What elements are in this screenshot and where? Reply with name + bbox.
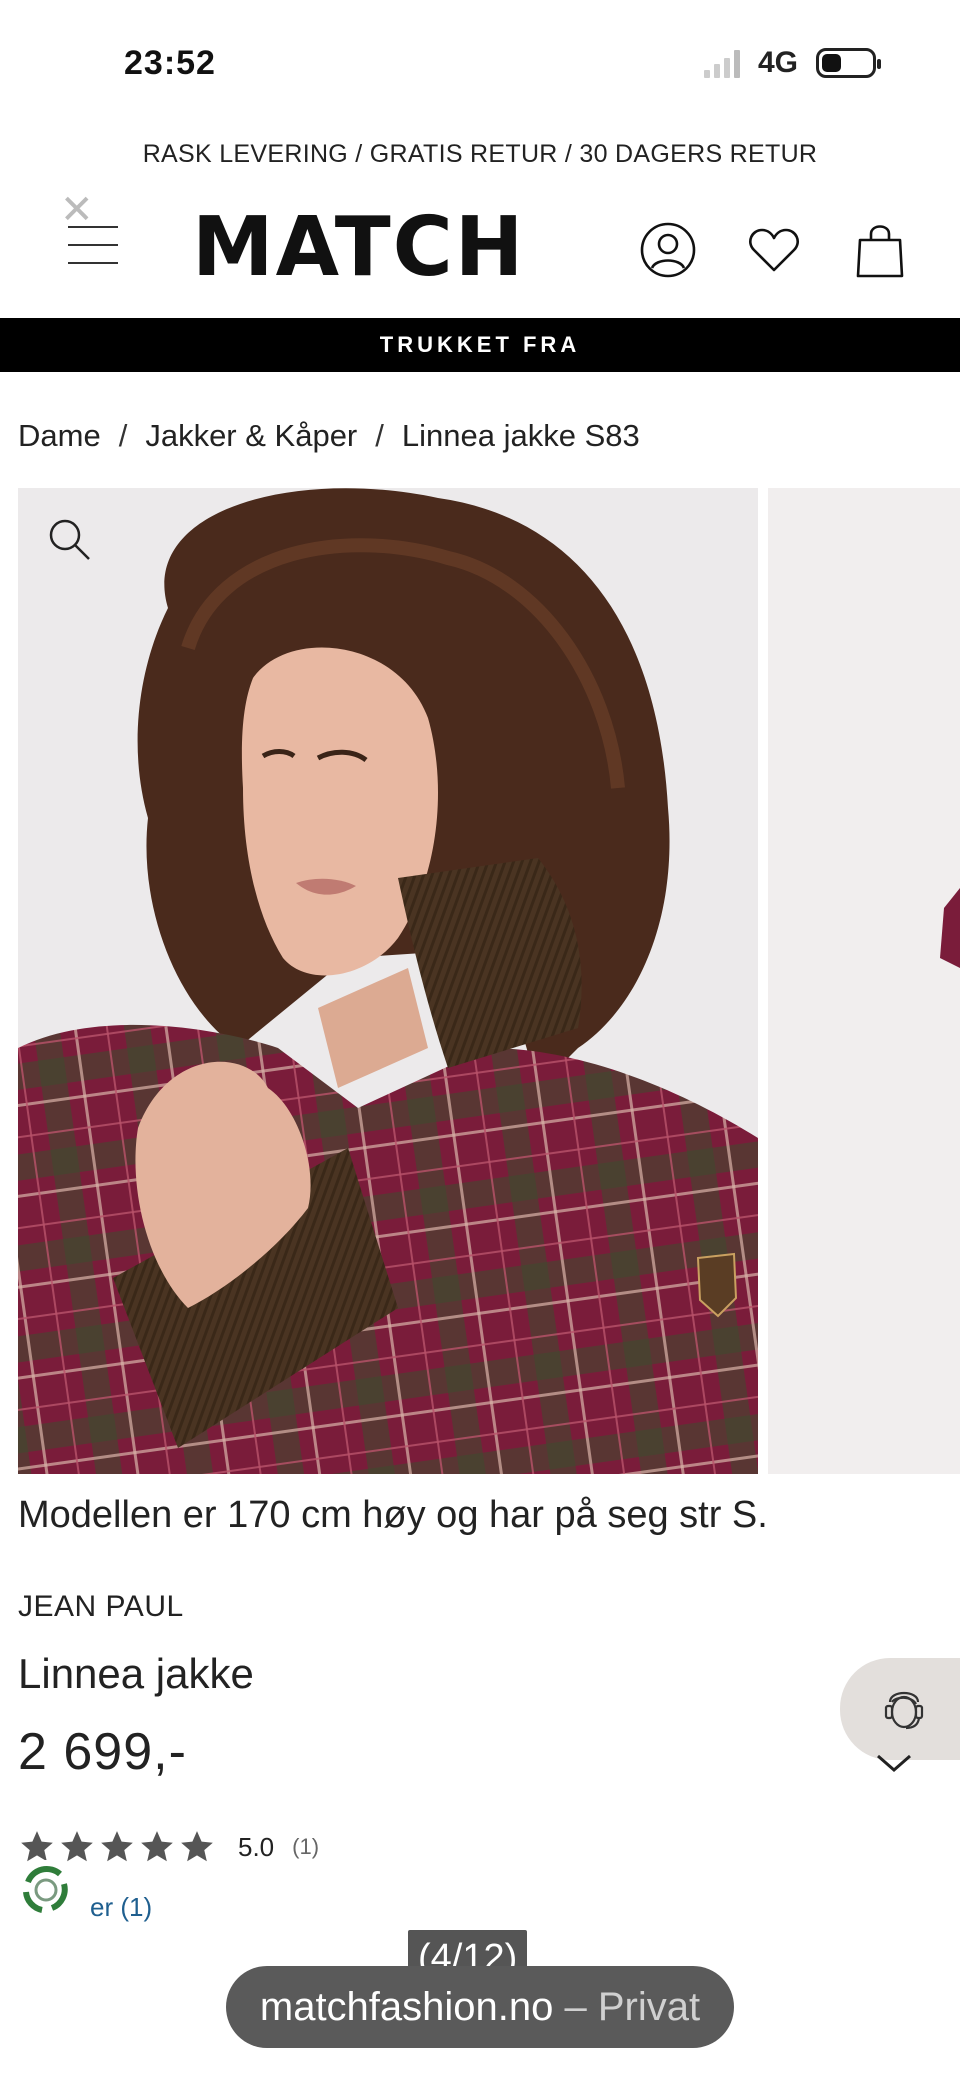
- wishlist-button[interactable]: [744, 220, 804, 280]
- rating-score: 5.0: [238, 1831, 275, 1862]
- menu-icon: [68, 226, 118, 280]
- status-bar: 23:52 4G: [0, 0, 960, 120]
- breadcrumb-separator: /: [118, 418, 128, 453]
- site-header: ✕ MATCH: [0, 190, 960, 310]
- search-icon: [49, 519, 90, 560]
- private-mode-label: – Privat: [553, 1985, 701, 2029]
- zoom-button[interactable]: [44, 514, 94, 564]
- star-icon: [141, 1831, 173, 1862]
- product-title: Linnea jakke: [18, 1650, 254, 1697]
- reviews-link[interactable]: er (1): [90, 1892, 152, 1923]
- rating-count: (1): [292, 1834, 320, 1859]
- product-brand[interactable]: JEAN PAUL: [18, 1590, 184, 1624]
- breadcrumb-item-current: Linnea jakke S83: [401, 418, 640, 453]
- promo-text: RASK LEVERING / GRATIS RETUR / 30 DAGERS…: [142, 140, 818, 168]
- star-icon: [101, 1831, 133, 1862]
- customer-service-button[interactable]: [840, 1658, 960, 1760]
- bag-icon: [856, 225, 904, 278]
- network-label: 4G: [757, 46, 798, 79]
- heart-icon: [749, 228, 799, 272]
- breadcrumb: Dame / Jakker & Kåper / Linnea jakke S83: [18, 418, 640, 454]
- status-indicators: 4G: [703, 46, 881, 80]
- breadcrumb-separator: /: [375, 418, 384, 453]
- account-button[interactable]: [638, 220, 698, 280]
- model-size-note: Modellen er 170 cm høy og har på seg str…: [18, 1494, 768, 1536]
- cart-button[interactable]: [850, 220, 910, 280]
- support-agent-icon: [884, 1691, 924, 1730]
- product-photo-next: [768, 488, 960, 1474]
- product-gallery[interactable]: [18, 488, 960, 1474]
- breadcrumb-item-jakker[interactable]: Jakker & Kåper: [145, 418, 357, 454]
- site-logo[interactable]: MATCH: [192, 206, 525, 290]
- menu-button[interactable]: ✕: [58, 190, 128, 270]
- url-domain: matchfashion.no: [259, 1985, 554, 2029]
- recycle-icon[interactable]: [14, 1858, 78, 1922]
- star-icon: [181, 1831, 213, 1862]
- breadcrumb-item-dame[interactable]: Dame: [18, 418, 101, 454]
- announcement-banner: TRUKKET FRA: [0, 318, 960, 372]
- browser-url-bar[interactable]: matchfashion.no – Privat: [226, 1966, 734, 2048]
- product-image-main[interactable]: [18, 488, 758, 1474]
- signal-icon: [703, 48, 740, 78]
- close-icon: ✕: [60, 188, 94, 232]
- status-time: 23:52: [124, 44, 216, 82]
- product-image-next[interactable]: [768, 488, 960, 1474]
- product-price: 2 699,-: [18, 1723, 187, 1781]
- user-icon: [640, 222, 696, 278]
- chevron-down-icon[interactable]: [874, 1752, 914, 1776]
- product-photo: [18, 488, 758, 1474]
- battery-icon: [816, 48, 881, 78]
